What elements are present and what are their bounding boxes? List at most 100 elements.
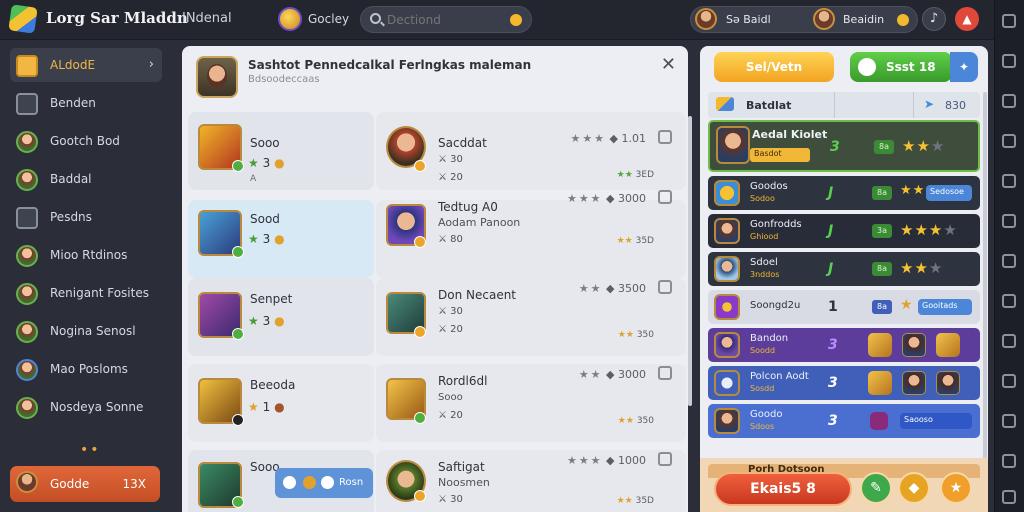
star-icon: ★ xyxy=(248,232,259,246)
close-icon[interactable]: ✕ xyxy=(661,54,676,75)
battle-button[interactable]: Ekais5 8 xyxy=(714,472,852,506)
start-button[interactable]: Ssst 18 xyxy=(850,52,952,82)
arrow-icon[interactable]: ➤ xyxy=(924,97,934,111)
hero-detail-card[interactable]: Sacddat ⚔ 30 ⚔ 20 ★★★ ◆ 1.01 ★★ 3ED xyxy=(376,112,686,190)
sidebar-item-5[interactable]: Mioo Rtdinos xyxy=(10,238,162,272)
leaderboard-row[interactable]: Bandon Soodd 3 xyxy=(708,328,980,362)
sidebar-item-4[interactable]: Pesdns xyxy=(10,200,162,234)
select-checkbox[interactable] xyxy=(658,130,672,144)
player-rank: 3 xyxy=(828,413,838,429)
leaderboard-row[interactable]: Goodos Sodoo J 8a ★★ Sedosoe xyxy=(708,176,980,210)
hero-row[interactable]: Sooo Saftigat Noosmen ⚔ 30 ★★★ ◆ 1000 ★★… xyxy=(188,450,686,512)
bell-icon[interactable]: ▲ xyxy=(955,7,979,31)
quick-action-chip[interactable]: Rosn xyxy=(275,468,373,498)
user-pill[interactable]: Sə Baidl Beaidin xyxy=(690,6,918,33)
hero-card[interactable]: Senpet ★ 3 ● xyxy=(188,278,374,356)
more-icon[interactable] xyxy=(1002,490,1016,504)
list-icon[interactable] xyxy=(1002,374,1016,388)
list-icon[interactable] xyxy=(1002,134,1016,148)
hero-extra: A xyxy=(250,174,257,184)
tab-internal[interactable]: INdenal xyxy=(182,11,232,26)
select-checkbox[interactable] xyxy=(658,190,672,204)
shield-icon[interactable]: ◆ xyxy=(898,472,930,504)
sidebar-item-label: Mao Posloms xyxy=(50,362,128,376)
header-value: 830 xyxy=(945,99,966,112)
sidebar-item-0[interactable]: ALdodE › xyxy=(10,48,162,82)
sidebar-item-6[interactable]: Renigant Fosites xyxy=(10,276,162,310)
hero-meta: ★ 3 ● xyxy=(248,156,285,170)
table-icon[interactable] xyxy=(1002,334,1016,348)
select-checkbox[interactable] xyxy=(658,280,672,294)
app-logo-icon xyxy=(8,4,38,34)
sidebar-item-3[interactable]: Baddal xyxy=(10,162,162,196)
refresh-icon[interactable]: ✎ xyxy=(860,472,892,504)
badge-icon xyxy=(232,496,244,508)
right-rail xyxy=(994,0,1024,512)
hero-row[interactable]: Sood ★ 3 ● Tedtug A0 Aodam Panoon ⚔ 80 ★… xyxy=(188,190,686,280)
scrollbar[interactable] xyxy=(983,92,987,488)
hero-name: Don Necaent xyxy=(438,288,517,302)
select-checkbox[interactable] xyxy=(658,452,672,466)
sort-icon[interactable] xyxy=(1002,454,1016,468)
coins-label[interactable]: Gocley xyxy=(308,12,349,26)
edit-icon[interactable] xyxy=(1002,54,1016,68)
player-name: Sdoel xyxy=(750,257,778,268)
search-input[interactable] xyxy=(387,11,507,29)
hero-card[interactable]: Sood ★ 3 ● xyxy=(188,200,374,278)
bonus-value: 35D xyxy=(635,496,654,506)
sidebar-item-8[interactable]: Mao Posloms xyxy=(10,352,162,386)
player-title: Basdot xyxy=(750,148,810,162)
sidebar-footer-button[interactable]: Godde 13X xyxy=(10,466,160,502)
leaderboard-row[interactable]: Soongd2u 1 8a ★ Gooitads xyxy=(708,290,980,324)
header-tab[interactable] xyxy=(834,92,914,118)
calendar-icon[interactable] xyxy=(1002,14,1016,28)
leaderboard-row[interactable]: Sdoel 3nddos J 8a ★★★ xyxy=(708,252,980,286)
leaderboard-row[interactable]: Polcon Aodt Sosdd 3 xyxy=(708,366,980,400)
hero-detail-card[interactable]: Tedtug A0 Aodam Panoon ⚔ 80 ★★★ ◆ 3000 ★… xyxy=(376,190,686,278)
rating-value: 1.01 xyxy=(621,132,647,145)
search-box[interactable] xyxy=(360,6,532,33)
sidebar-item-1[interactable]: Benden xyxy=(10,86,162,120)
sidebar-item-2[interactable]: Gootch Bod xyxy=(10,124,162,158)
star-icon[interactable]: ★ xyxy=(940,472,972,504)
scrollbar[interactable] xyxy=(688,116,692,406)
player-name: Soongd2u xyxy=(750,300,801,311)
hero-card[interactable]: Sooo ★ 3 ● A xyxy=(188,112,374,190)
hero-detail-card[interactable]: Don Necaent ⚔ 30 ⚔ 20 ★★ ◆ 3500 ★★ 350 xyxy=(376,278,686,356)
hero-detail-card[interactable]: Rordl6dl Sooo ⚔ 20 ★★ ◆ 3000 ★★ 350 xyxy=(376,364,686,442)
rating: ★★★ ◆ 1.01 xyxy=(570,132,646,145)
more-dots-icon[interactable]: •• xyxy=(80,442,101,458)
sidebar-item-label: Renigant Fosites xyxy=(50,286,149,300)
bonus-value: 350 xyxy=(636,330,654,340)
hero-subname: Noosmen xyxy=(438,476,490,489)
close-icon[interactable] xyxy=(1002,94,1016,108)
hero-card[interactable]: Beeoda ★ 1 ● xyxy=(188,364,374,442)
user-b-name: Beaidin xyxy=(843,13,885,26)
leaderboard-row[interactable]: Gonfrodds Ghiood J 3a ★★★★ xyxy=(708,214,980,248)
stat-value: 30 xyxy=(450,306,463,317)
sidebar-item-7[interactable]: Nogina Senosl xyxy=(10,314,162,348)
select-checkbox[interactable] xyxy=(658,366,672,380)
sidebar-item-9[interactable]: Nosdeya Sonne xyxy=(10,390,162,424)
hero-row[interactable]: Senpet ★ 3 ● Don Necaent ⚔ 30 ⚔ 20 ★★ ◆ … xyxy=(188,278,686,358)
rating-value: 3000 xyxy=(618,368,646,381)
share-icon[interactable]: ✦ xyxy=(950,52,978,82)
tag-icon[interactable] xyxy=(1002,294,1016,308)
list-icon[interactable] xyxy=(1002,214,1016,228)
music-note-icon[interactable]: ♪ xyxy=(922,7,946,31)
leaderboard-row[interactable]: Aedal Kiolet Basdot 3 8a ★★★ xyxy=(708,120,980,172)
hero-row[interactable]: Sooo ★ 3 ● A Sacddat ⚔ 30 ⚔ 20 ★★★ ◆ 1.0… xyxy=(188,112,686,192)
star-rating-icon: ★★★ xyxy=(902,137,946,155)
expand-icon[interactable] xyxy=(1002,174,1016,188)
star-count: 3 xyxy=(262,232,271,246)
dot-icon[interactable] xyxy=(1002,254,1016,268)
leaderboard-row[interactable]: Goodo Sdoos 3 Saooso xyxy=(708,404,980,438)
star-icon: ★★ xyxy=(617,330,634,340)
player-name: Bandon xyxy=(750,333,789,344)
link-icon[interactable] xyxy=(1002,414,1016,428)
hero-row[interactable]: Beeoda ★ 1 ● Rordl6dl Sooo ⚔ 20 ★★ ◆ 300… xyxy=(188,364,686,444)
hero-detail-card[interactable]: Saftigat Noosmen ⚔ 30 ★★★ ◆ 1000 ★★ 35D xyxy=(376,450,686,512)
select-button[interactable]: Sel/Vetn xyxy=(714,52,834,82)
player-title: Sdoos xyxy=(750,422,775,431)
hero-avatar-icon xyxy=(16,169,38,191)
